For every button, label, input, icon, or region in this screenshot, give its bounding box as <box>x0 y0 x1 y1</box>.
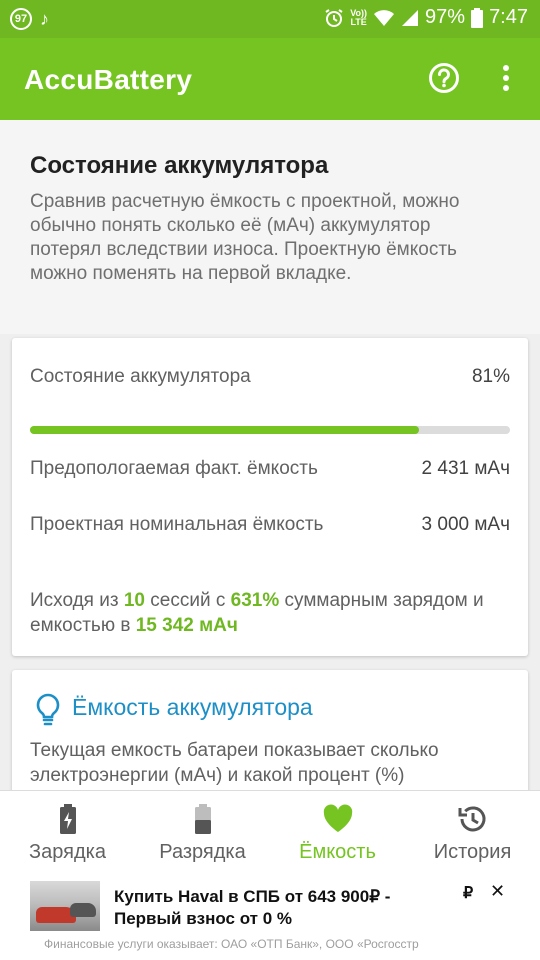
health-progress-fill <box>30 426 419 434</box>
nav-label: Разрядка <box>159 841 246 863</box>
design-capacity-label: Проектная номинальная ёмкость <box>30 514 324 535</box>
nav-label: История <box>433 841 512 863</box>
battery-discharging-icon <box>194 804 211 834</box>
health-progress-bar <box>30 426 510 434</box>
app-bar: AccuBattery <box>0 38 540 120</box>
app-title: AccuBattery <box>24 64 193 95</box>
alarm-icon <box>325 8 343 27</box>
battery-charging-icon <box>59 804 76 834</box>
status-bar: 97 ♪ Vo)) LTE 97% 7:47 <box>0 0 540 38</box>
nav-label: Ёмкость <box>299 841 376 863</box>
help-circle-icon[interactable] <box>428 62 460 94</box>
nav-item-charging[interactable]: Зарядка <box>0 791 135 877</box>
estimated-capacity-value: 2 431 мАч <box>421 458 510 479</box>
charge-percent: 631% <box>230 590 280 611</box>
capacity-card: Ёмкость аккумулятора Текущая емкость бат… <box>12 670 528 790</box>
ad-disclaimer: Финансовые услуги оказывает: ОАО «ОТП Ба… <box>44 937 419 951</box>
total-capacity: 15 342 мАч <box>135 615 238 636</box>
ad-currency-icon: ₽ <box>463 885 474 902</box>
capacity-card-title[interactable]: Ёмкость аккумулятора <box>72 694 313 721</box>
clock: 7:47 <box>489 6 528 28</box>
ad-title[interactable]: Купить Haval в СПБ от 643 900₽ - Первый … <box>114 886 414 930</box>
lightbulb-icon <box>36 693 60 726</box>
nav-item-discharging[interactable]: Разрядка <box>135 791 270 877</box>
intro-section: Состояние аккумулятора Сравнив расчетную… <box>0 120 540 334</box>
capacity-card-text: Текущая емкость батареи показывает сколь… <box>30 740 439 786</box>
nav-item-capacity[interactable]: Ёмкость <box>270 791 405 877</box>
scroll-content[interactable]: Состояние аккумулятора Сравнив расчетную… <box>0 120 540 790</box>
nav-item-history[interactable]: История <box>405 791 540 877</box>
notification-badge-icon: 97 <box>10 8 32 30</box>
music-note-icon: ♪ <box>40 9 49 29</box>
estimated-capacity-label: Предопологаемая факт. ёмкость <box>30 458 318 479</box>
battery-percent: 97% <box>425 6 466 28</box>
wifi-icon <box>374 9 395 26</box>
bottom-navigation: Зарядка Разрядка Ёмкость История <box>0 790 540 876</box>
session-count: 10 <box>123 590 145 611</box>
close-icon[interactable]: ✕ <box>490 881 505 902</box>
summary-text: Исходя из 10 сессий с 631% суммарным зар… <box>30 590 484 636</box>
more-vertical-icon[interactable] <box>494 62 518 94</box>
health-label: Состояние аккумулятора <box>30 366 251 387</box>
ad-banner[interactable]: Купить Haval в СПБ от 643 900₽ - Первый … <box>0 876 540 960</box>
history-icon <box>458 806 485 832</box>
heart-icon <box>323 804 352 832</box>
battery-icon <box>471 7 484 28</box>
health-card: Состояние аккумулятора 81% Предопологаем… <box>12 338 528 656</box>
section-description: Сравнив расчетную ёмкость с проектной, м… <box>30 191 460 284</box>
section-title: Состояние аккумулятора <box>30 152 329 179</box>
signal-icon <box>402 9 419 26</box>
health-value: 81% <box>471 366 510 387</box>
ad-image[interactable] <box>30 881 100 931</box>
design-capacity-value: 3 000 мАч <box>421 514 510 535</box>
nav-label: Зарядка <box>29 841 106 863</box>
volte-icon: Vo)) LTE <box>350 7 368 27</box>
